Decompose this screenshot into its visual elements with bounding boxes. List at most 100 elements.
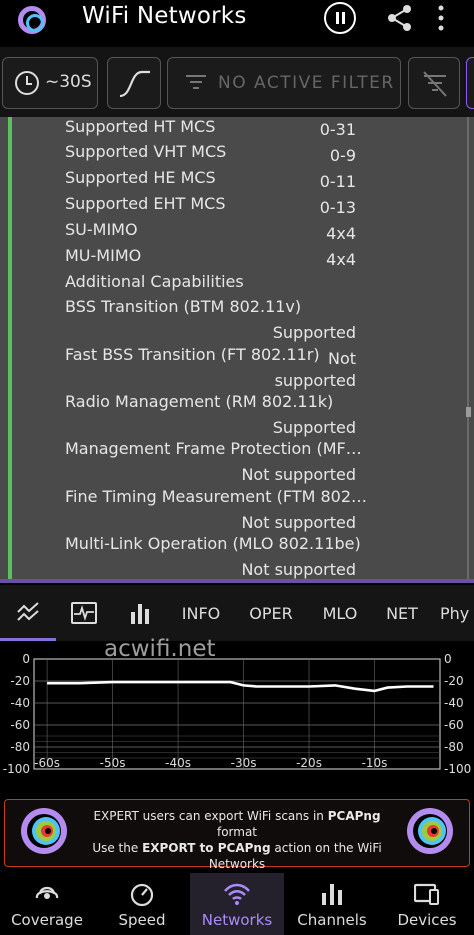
tab-mlo[interactable]: MLO: [312, 585, 368, 641]
nav-label: Devices: [397, 911, 457, 929]
nav-coverage[interactable]: Coverage: [0, 873, 94, 935]
capability-value: Supported: [272, 323, 356, 342]
capability-value: Not supported: [241, 513, 356, 532]
y-tick-label-right: 0: [444, 652, 452, 666]
pulse-graph-icon: [71, 602, 97, 624]
speedometer-icon: [130, 883, 154, 907]
share-icon[interactable]: [386, 4, 414, 32]
y-tick-label-left: 0: [22, 652, 30, 666]
bottom-navigation: Coverage Speed Networks Channels Devices: [0, 873, 474, 935]
pause-icon[interactable]: [324, 2, 356, 34]
clear-filter-button[interactable]: [408, 57, 460, 109]
y-tick-label-left: -40: [10, 696, 30, 710]
tab-oper[interactable]: OPER: [240, 585, 302, 641]
detail-label: Supported EHT MCS: [65, 194, 226, 213]
tab-pulse-graph[interactable]: [56, 585, 112, 641]
filter-label: NO ACTIVE FILTER: [218, 73, 395, 93]
banner-bold: EXPORT to PCAPng: [142, 841, 271, 855]
y-tick-label-left: -60: [10, 718, 30, 732]
y-tick-label-left: -20: [10, 674, 30, 688]
filter-off-icon: [423, 71, 447, 97]
clock-icon: [15, 71, 39, 95]
time-window-label: ~30S: [45, 72, 92, 92]
capability-label: Multi-Link Operation (MLO 802.11be): [65, 534, 361, 553]
nav-speed[interactable]: Speed: [94, 873, 190, 935]
tab-signal-graph[interactable]: [0, 585, 56, 641]
extra-chip[interactable]: [466, 57, 474, 109]
more-vert-icon[interactable]: [436, 4, 446, 32]
capability-value: Not supported: [241, 560, 356, 579]
detail-value: 0-31: [319, 120, 356, 139]
y-tick-label-right: -40: [444, 696, 464, 710]
curve-icon: [119, 70, 150, 98]
banner-text: format: [216, 825, 258, 839]
tab-info[interactable]: INFO: [172, 585, 230, 641]
detail-label: Supported HT MCS: [65, 117, 216, 136]
banner-bold: PCAPng: [327, 809, 381, 823]
capability-value: Not supported: [241, 465, 356, 484]
section-title: Additional Capabilities: [65, 272, 244, 291]
scrollbar-track[interactable]: [467, 117, 469, 579]
app-logo[interactable]: [18, 6, 46, 34]
y-tick-label-right: -100: [444, 762, 471, 776]
wifi-icon: [224, 883, 250, 905]
capability-value: Not: [327, 349, 356, 368]
x-tick-label: -10s: [362, 756, 388, 770]
watermark-text: acwifi.net: [104, 636, 216, 662]
nav-networks[interactable]: Networks: [190, 873, 284, 935]
nav-label: Networks: [201, 911, 273, 929]
detail-label: SU-MIMO: [65, 220, 138, 239]
y-tick-label-right: -20: [444, 674, 464, 688]
detail-label: Supported HE MCS: [65, 168, 216, 187]
filter-toolbar: ~30S NO ACTIVE FILTER: [0, 47, 474, 117]
x-tick-label: -40s: [165, 756, 191, 770]
scrollbar-thumb[interactable]: [466, 407, 471, 417]
capability-label: Fine Timing Measurement (FTM 802…: [65, 487, 367, 506]
coverage-icon: [35, 886, 59, 899]
details-tab-bar: INFO OPER MLO NET Phy: [0, 585, 474, 641]
nav-label: Coverage: [11, 911, 83, 929]
capability-label: Radio Management (RM 802.11k): [65, 392, 334, 411]
signal-series-line: [47, 680, 434, 693]
banner-text: Use the: [92, 841, 143, 855]
app-logo-icon: [21, 808, 67, 854]
network-details-panel[interactable]: Supported HT MCS 0-31 Supported VHT MCS …: [0, 117, 474, 583]
capability-label: BSS Transition (BTM 802.11v): [65, 297, 302, 316]
detail-label: Supported VHT MCS: [65, 142, 227, 161]
detail-value: 0-11: [319, 172, 356, 191]
nav-label: Channels: [297, 911, 367, 929]
signal-indicator-bar: [8, 117, 12, 579]
filter-icon: [186, 75, 206, 89]
capability-label: Management Frame Protection (MF…: [65, 439, 362, 458]
tab-phy[interactable]: Phy: [440, 585, 474, 641]
nav-label: Speed: [118, 911, 166, 929]
signal-curve-button[interactable]: [107, 57, 161, 109]
nav-channels[interactable]: Channels: [284, 873, 380, 935]
app-bar: WiFi Networks: [0, 0, 474, 46]
panel-divider: [0, 579, 474, 583]
x-tick-label: -30s: [231, 756, 257, 770]
signal-graph-icon: [17, 601, 39, 621]
x-tick-label: -60s: [34, 756, 60, 770]
time-window-button[interactable]: ~30S: [2, 57, 98, 109]
detail-value: 0-13: [319, 198, 356, 217]
tab-bar-chart[interactable]: [112, 585, 168, 641]
signal-chart: 0 0 -20 -20 -40 -40 -60 -60 -80 -80 -100 -100 -60s -5…: [3, 652, 471, 776]
bar-chart-icon: [131, 604, 149, 624]
tab-net[interactable]: NET: [376, 585, 428, 641]
channels-bar-icon: [322, 884, 342, 905]
pcapng-export-banner[interactable]: EXPERT users can export WiFi scans in PC…: [4, 799, 470, 887]
capability-label: Fast BSS Transition (FT 802.11r): [65, 345, 320, 364]
banner-text: EXPERT users can export WiFi scans in: [93, 809, 328, 823]
detail-label: MU-MIMO: [65, 246, 142, 265]
capability-value: Supported: [272, 418, 356, 437]
y-tick-label-right: -80: [444, 740, 464, 754]
nav-devices[interactable]: Devices: [380, 873, 474, 935]
y-tick-label-left: -80: [10, 740, 30, 754]
filter-button[interactable]: NO ACTIVE FILTER: [167, 57, 401, 109]
detail-value: 4x4: [326, 250, 356, 269]
y-tick-label-right: -60: [444, 718, 464, 732]
signal-graph[interactable]: 0 0 -20 -20 -40 -40 -60 -60 -80 -80 -100 -100 -60s -5…: [0, 641, 474, 781]
page-title: WiFi Networks: [82, 3, 247, 29]
x-tick-label: -20s: [296, 756, 322, 770]
